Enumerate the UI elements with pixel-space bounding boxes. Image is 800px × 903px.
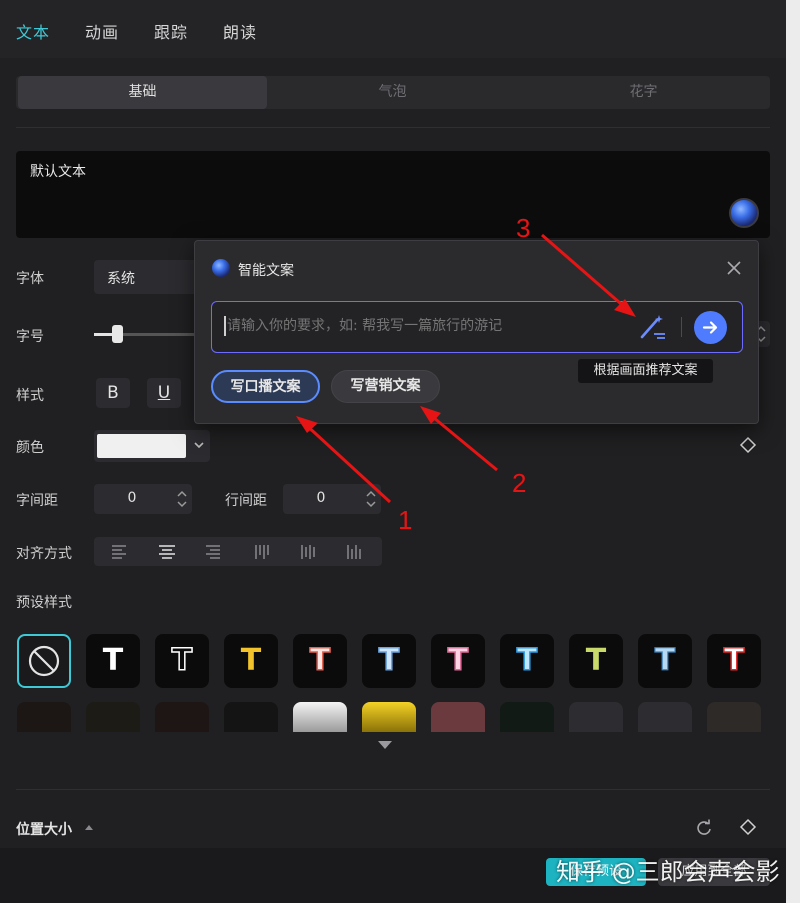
divider [16,127,770,128]
preset-style-8[interactable]: T [569,634,623,688]
preset-style-6[interactable]: T [431,634,485,688]
preset-style-21[interactable] [707,702,761,732]
position-size-label: 位置大小 [16,822,72,838]
preset-style-20[interactable] [638,702,692,732]
annotation-number-2: 2 [512,468,527,498]
preset-style-16[interactable] [362,702,416,732]
keyframe-diamond-icon[interactable] [739,818,757,836]
style-label: 样式 [16,388,44,404]
ai-assistant-icon[interactable] [729,198,759,228]
line-spacing-label: 行间距 [225,493,267,509]
font-size-slider-handle[interactable] [112,325,123,343]
preset-style-15[interactable] [293,702,347,732]
preset-style-14[interactable] [224,702,278,732]
align-options [112,545,361,559]
ai-logo-icon [212,259,230,277]
font-select-value: 系统 [107,271,135,287]
annotation-number-3: 3 [516,213,531,243]
vertical-bottom-icon [347,545,361,559]
char-spacing-stepper-icon[interactable] [173,486,191,512]
window-edge [786,0,800,903]
write-voiceover-chip[interactable]: 写口播文案 [211,370,320,403]
preset-style-12[interactable] [86,702,140,732]
recommend-tooltip: 根据画面推荐文案 [578,359,713,383]
line-spacing-value: 0 [316,490,326,506]
preset-overflow-mask [0,732,786,782]
tab-text[interactable]: 文本 [16,19,50,43]
preset-styles-label: 预设样式 [16,595,72,611]
align-label: 对齐方式 [16,546,72,562]
preset-style-18[interactable] [500,702,554,732]
collapse-caret-icon[interactable] [84,823,94,831]
expand-presets-icon[interactable] [377,740,393,750]
preset-style-10[interactable]: T [707,634,761,688]
subtab-basic[interactable]: 基础 [18,76,267,109]
align-left-icon [112,545,126,559]
input-divider [681,317,682,337]
preset-style-17[interactable] [431,702,485,732]
send-button[interactable] [694,311,727,344]
preset-style-3[interactable]: T [224,634,278,688]
char-spacing-value: 0 [127,490,137,506]
watermark: 知乎 @三郎会声会影 [556,858,780,886]
font-size-label: 字号 [16,329,44,345]
chevron-down-icon [194,442,204,449]
tab-animation[interactable]: 动画 [85,19,119,43]
align-right-icon [206,545,220,559]
subtab-bubble[interactable]: 气泡 [268,76,517,109]
magic-wand-icon[interactable] [637,312,667,342]
preset-style-4[interactable]: T [293,634,347,688]
preset-style-7[interactable]: T [500,634,554,688]
vertical-top-icon [255,545,269,559]
preset-style-13[interactable] [155,702,209,732]
bold-button[interactable]: B [96,378,130,408]
char-spacing-label: 字间距 [16,493,58,509]
arrow-right-icon [702,321,718,334]
font-label: 字体 [16,271,44,287]
text-input-area[interactable] [16,151,770,238]
popup-title: 智能文案 [238,263,294,279]
close-icon[interactable] [725,259,743,277]
align-center-icon [159,545,175,559]
preset-style-11[interactable] [17,702,71,732]
divider [16,789,770,790]
font-size-slider-fill [94,333,114,336]
preset-style-5[interactable]: T [362,634,416,688]
preset-style-1[interactable]: T [86,634,140,688]
tab-tracking[interactable]: 跟踪 [154,19,188,43]
vertical-center-icon [301,545,315,559]
subtab-fancy-text[interactable]: 花字 [519,76,768,109]
text-cursor [224,316,226,336]
color-swatch [97,434,186,458]
tab-read-aloud[interactable]: 朗读 [223,19,257,43]
preset-none[interactable] [17,634,71,688]
annotation-number-1: 1 [398,505,413,535]
write-marketing-chip[interactable]: 写营销文案 [331,370,440,403]
text-input-value: 默认文本 [30,164,86,180]
preset-style-9[interactable]: T [638,634,692,688]
underline-button[interactable]: U [147,378,181,408]
preset-style-19[interactable] [569,702,623,732]
preset-style-2[interactable]: T [155,634,209,688]
reset-icon[interactable] [694,818,714,838]
prompt-input-field[interactable] [227,313,622,339]
line-spacing-stepper-icon[interactable] [362,486,380,512]
color-label: 颜色 [16,440,44,456]
keyframe-diamond-icon[interactable] [739,436,757,454]
